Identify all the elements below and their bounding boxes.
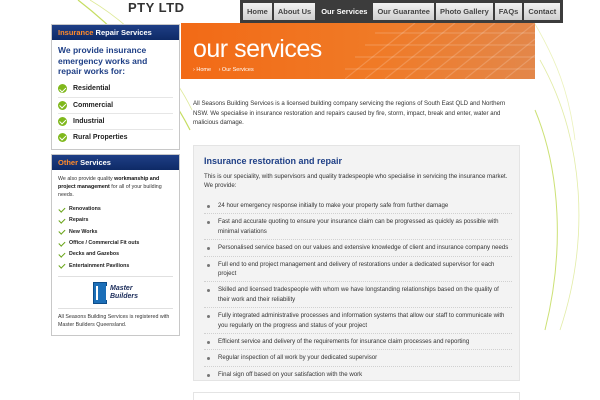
other-services-box: Other Services We also provide quality w… bbox=[51, 153, 180, 337]
heading-rest: Services bbox=[80, 157, 111, 167]
list-item[interactable]: Renovations bbox=[58, 204, 173, 215]
list-item: Skilled and licensed tradespeople with w… bbox=[204, 281, 512, 307]
insurance-repair-box: Insurance Repair Services We provide ins… bbox=[51, 24, 180, 150]
other-services-text: We also provide quality workmanship and … bbox=[52, 170, 179, 202]
panel-title: Insurance restoration and repair bbox=[204, 156, 343, 166]
list-item: Full end to end project management and d… bbox=[204, 255, 512, 282]
list-item: Fast and accurate quoting to ensure your… bbox=[204, 213, 512, 239]
nav-photo-gallery[interactable]: Photo Gallery bbox=[435, 3, 493, 20]
next-panel bbox=[193, 392, 520, 400]
list-item-label: New Works bbox=[69, 228, 98, 235]
check-icon bbox=[58, 84, 67, 93]
nav-home[interactable]: Home bbox=[243, 3, 272, 20]
page-banner: our services › Home › Our Services bbox=[181, 23, 535, 79]
tick-icon bbox=[58, 263, 64, 269]
list-item: Fully integrated administrative processe… bbox=[204, 307, 512, 333]
list-item[interactable]: New Works bbox=[58, 226, 173, 237]
tick-icon bbox=[58, 217, 64, 223]
list-item[interactable]: Repairs bbox=[58, 215, 173, 226]
list-item-rural-properties: Rural Properties bbox=[58, 128, 173, 145]
check-icon bbox=[58, 100, 67, 110]
list-item-label: Commercial bbox=[73, 101, 114, 109]
banner-decoration bbox=[345, 23, 535, 79]
list-item: Personalised service based on our values… bbox=[204, 239, 512, 255]
nav-faqs[interactable]: FAQs bbox=[494, 3, 523, 20]
site-header: PTY LTD Home About Us Our Services Our G… bbox=[0, 0, 600, 23]
list-item: 24 hour emergency response initially to … bbox=[204, 198, 512, 213]
check-icon bbox=[58, 116, 67, 126]
master-builders-logo[interactable]: Master Builders bbox=[92, 282, 138, 305]
registration-note: All Seasons Building Services is registe… bbox=[58, 308, 173, 335]
check-icon bbox=[58, 132, 67, 142]
list-item[interactable]: Entertainment Pavilions bbox=[58, 260, 173, 271]
logo-line: Master bbox=[109, 285, 133, 293]
heading-highlight: Insurance bbox=[58, 28, 94, 37]
company-name: PTY LTD bbox=[128, 0, 185, 15]
services-list: 24 hour emergency response initially to … bbox=[204, 198, 512, 382]
heading-rest: Repair Services bbox=[95, 28, 152, 37]
list-item-label: Decks and Gazebos bbox=[69, 251, 120, 258]
text-part: We also provide quality bbox=[58, 175, 113, 182]
other-services-list: Renovations Repairs New Works Office / C… bbox=[52, 202, 179, 275]
list-item-label: Office / Commercial Fit outs bbox=[69, 240, 140, 247]
page-title: our services bbox=[193, 35, 322, 63]
breadcrumb: › Home › Our Services bbox=[193, 67, 260, 73]
nav-about-us[interactable]: About Us bbox=[273, 3, 316, 20]
tick-icon bbox=[58, 206, 64, 212]
tick-icon bbox=[58, 240, 64, 246]
list-item-industrial: Industrial bbox=[58, 112, 173, 129]
sidebar: Insurance Repair Services We provide ins… bbox=[51, 24, 180, 337]
list-item-commercial: Commercial bbox=[58, 96, 173, 113]
logo-line: Builders bbox=[109, 293, 138, 301]
nav-contact[interactable]: Contact bbox=[524, 3, 561, 20]
list-item: Final sign off based on your satisfactio… bbox=[204, 365, 512, 382]
master-builders-icon bbox=[92, 282, 108, 305]
heading-highlight: Other bbox=[58, 157, 79, 167]
tick-icon bbox=[58, 229, 64, 235]
breadcrumb-current[interactable]: › Our Services bbox=[219, 67, 254, 73]
list-item-label: Residential bbox=[73, 85, 111, 92]
list-item: Regular inspection of all work by your d… bbox=[204, 349, 512, 365]
main-nav: Home About Us Our Services Our Guarantee… bbox=[240, 0, 564, 23]
list-item[interactable]: Decks and Gazebos bbox=[58, 249, 173, 260]
list-item-label: Industrial bbox=[73, 117, 105, 125]
tick-icon bbox=[58, 251, 64, 257]
breadcrumb-home[interactable]: › Home bbox=[193, 67, 211, 73]
master-builders-logo-wrap: Master Builders bbox=[58, 276, 173, 308]
list-item-label: Entertainment Pavilions bbox=[69, 262, 130, 269]
panel-text: This is our speciality, with supervisors… bbox=[204, 173, 508, 190]
list-item-residential: Residential bbox=[58, 81, 173, 97]
list-item-label: Renovations bbox=[69, 206, 101, 213]
repair-intro: We provide insurance emergency works and… bbox=[58, 45, 148, 76]
insurance-restoration-panel: Insurance restoration and repair This is… bbox=[193, 145, 520, 381]
repair-list: Residential Commercial Industrial Rural … bbox=[52, 79, 179, 149]
other-services-heading: Other Services bbox=[52, 154, 179, 170]
list-item: Efficient service and delivery of the re… bbox=[204, 333, 512, 349]
list-item-label: Rural Properties bbox=[73, 133, 128, 141]
list-item[interactable]: Office / Commercial Fit outs bbox=[58, 237, 173, 248]
list-item-label: Repairs bbox=[69, 217, 89, 224]
nav-our-services[interactable]: Our Services bbox=[317, 3, 372, 20]
intro-paragraph: All Seasons Building Services is a licen… bbox=[193, 100, 506, 126]
master-builders-name: Master Builders bbox=[110, 285, 138, 301]
insurance-repair-heading: Insurance Repair Services bbox=[52, 25, 179, 40]
nav-our-guarantee[interactable]: Our Guarantee bbox=[373, 3, 434, 20]
